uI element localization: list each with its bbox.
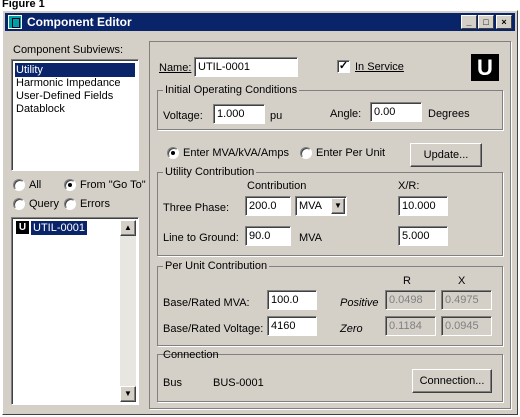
name-label: Name: bbox=[159, 62, 192, 74]
voltage-unit: pu bbox=[270, 110, 283, 122]
base-voltage-label: Base/Rated Voltage: bbox=[163, 323, 264, 335]
zero-label: Zero bbox=[340, 323, 363, 335]
contribution-header: Contribution bbox=[247, 180, 307, 192]
initial-conditions-title: Initial Operating Conditions bbox=[163, 84, 300, 96]
ltg-label: Line to Ground: bbox=[163, 232, 239, 244]
filter-query-radio[interactable] bbox=[13, 198, 25, 210]
three-phase-xr-input[interactable]: 10.000 bbox=[398, 196, 448, 216]
mode-mva-radio[interactable] bbox=[167, 147, 179, 159]
component-list[interactable]: U UTIL-0001 ▲ ▼ bbox=[11, 217, 139, 405]
xr-header: X/R: bbox=[398, 180, 420, 192]
angle-label: Angle: bbox=[330, 108, 362, 120]
app-icon bbox=[8, 15, 22, 29]
filter-goto-radio[interactable] bbox=[64, 179, 76, 191]
title-bar[interactable]: Component Editor _ □ × bbox=[5, 13, 515, 31]
component-editor-window: Component Editor _ □ × Component Subview… bbox=[2, 10, 518, 415]
zero-r-input: 0.1184 bbox=[385, 316, 436, 336]
subview-item-harmonic-impedance[interactable]: Harmonic Impedance bbox=[16, 76, 121, 90]
x-header: X bbox=[458, 275, 466, 287]
mode-pu-radio[interactable] bbox=[300, 147, 312, 159]
update-button[interactable]: Update... bbox=[410, 143, 482, 167]
window-title: Component Editor bbox=[27, 15, 132, 29]
filter-all-radio[interactable] bbox=[13, 179, 25, 191]
filter-errors-radio[interactable] bbox=[64, 198, 76, 210]
mode-pu-label: Enter Per Unit bbox=[316, 147, 386, 159]
minimize-button[interactable]: _ bbox=[461, 15, 477, 29]
maximize-button[interactable]: □ bbox=[478, 15, 494, 29]
scroll-down-arrow-icon[interactable]: ▼ bbox=[120, 386, 136, 402]
filter-all-label: All bbox=[29, 179, 42, 191]
base-mva-input[interactable]: 100.0 bbox=[267, 290, 317, 310]
voltage-label: Voltage: bbox=[163, 110, 203, 122]
ltg-input[interactable]: 90.0 bbox=[245, 226, 291, 246]
component-item-util-0001[interactable]: UTIL-0001 bbox=[30, 220, 88, 236]
utility-contribution-title: Utility Contribution bbox=[163, 166, 257, 178]
ltg-xr-input[interactable]: 5.000 bbox=[398, 226, 448, 246]
scroll-up-arrow-icon[interactable]: ▲ bbox=[120, 220, 136, 236]
mode-mva-label: Enter MVA/kVA/Amps bbox=[183, 147, 289, 159]
r-header: R bbox=[403, 275, 411, 287]
positive-r-input: 0.0498 bbox=[385, 290, 436, 310]
ltg-unit: MVA bbox=[299, 232, 323, 244]
figure-label: Figure 1 bbox=[2, 0, 45, 10]
filter-query-label: Query bbox=[29, 198, 59, 210]
base-voltage-input[interactable]: 4160 bbox=[267, 316, 317, 336]
base-mva-label: Base/Rated MVA: bbox=[163, 297, 250, 309]
name-input[interactable]: UTIL-0001 bbox=[194, 57, 298, 77]
subviews-list[interactable]: Utility Harmonic Impedance User-Defined … bbox=[11, 59, 139, 171]
filter-goto-label: From "Go To" bbox=[80, 179, 146, 191]
three-phase-unit-select[interactable]: MVA ▼ bbox=[295, 196, 347, 216]
subview-item-user-defined-fields[interactable]: User-Defined Fields bbox=[16, 89, 113, 103]
three-phase-label: Three Phase: bbox=[163, 202, 230, 214]
component-list-scrollbar[interactable]: ▲ ▼ bbox=[120, 220, 136, 402]
subview-item-utility[interactable]: Utility bbox=[15, 63, 135, 77]
close-button[interactable]: × bbox=[496, 15, 512, 29]
filter-errors-label: Errors bbox=[80, 198, 110, 210]
angle-unit: Degrees bbox=[428, 108, 470, 120]
subview-item-datablock[interactable]: Datablock bbox=[16, 102, 65, 116]
in-service-label: In Service bbox=[355, 61, 404, 73]
voltage-input[interactable]: 1.000 bbox=[213, 104, 265, 124]
connection-title: Connection bbox=[163, 349, 219, 361]
bus-value: BUS-0001 bbox=[213, 377, 264, 389]
positive-x-input: 0.4975 bbox=[441, 290, 492, 310]
editor-panel: Name: UTIL-0001 ✓ In Service U Initial O… bbox=[149, 41, 511, 409]
per-unit-title: Per Unit Contribution bbox=[163, 260, 270, 272]
three-phase-unit-value: MVA bbox=[299, 200, 323, 212]
connection-button[interactable]: Connection... bbox=[412, 369, 492, 393]
zero-x-input: 0.0945 bbox=[441, 316, 492, 336]
subviews-label: Component Subviews: bbox=[13, 44, 124, 56]
chevron-down-icon[interactable]: ▼ bbox=[331, 198, 345, 214]
angle-input[interactable]: 0.00 bbox=[370, 102, 422, 122]
utility-type-icon: U bbox=[471, 54, 499, 81]
three-phase-input[interactable]: 200.0 bbox=[245, 196, 291, 216]
positive-label: Positive bbox=[340, 297, 379, 309]
bus-label: Bus bbox=[163, 377, 182, 389]
in-service-checkbox[interactable]: ✓ bbox=[337, 60, 350, 73]
utility-badge-icon: U bbox=[16, 221, 29, 234]
